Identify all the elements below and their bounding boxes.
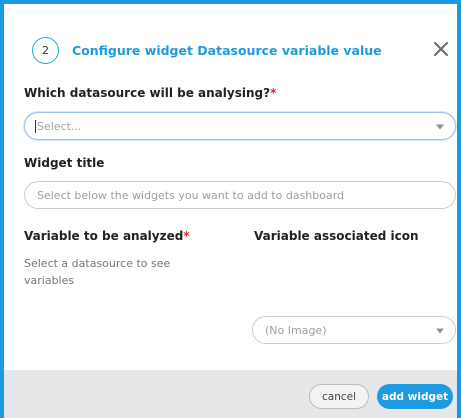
add-widget-button[interactable]: add widget [377, 384, 453, 409]
dialog-title: Configure widget Datasource variable val… [72, 43, 382, 58]
variable-help-text: Select a datasource to see variables [24, 257, 171, 287]
datasource-label: Which datasource will be analysing?* [24, 86, 276, 100]
datasource-select-placeholder: Select... [37, 119, 82, 133]
variable-label: Variable to be analyzed* [24, 229, 190, 243]
widget-title-placeholder: Select below the widgets you want to add… [37, 188, 345, 202]
icon-select-value: (No Image) [265, 323, 327, 337]
close-icon[interactable] [431, 39, 451, 59]
chevron-down-icon [436, 328, 444, 334]
step-number-badge: 2 [32, 37, 59, 64]
step-number: 2 [42, 44, 49, 57]
datasource-label-text: Which datasource will be analysing? [24, 86, 271, 100]
icon-label: Variable associated icon [254, 229, 419, 243]
icon-select[interactable]: (No Image) [252, 316, 456, 344]
variable-label-text: Variable to be analyzed [24, 229, 184, 243]
widget-title-input[interactable]: Select below the widgets you want to add… [24, 181, 456, 209]
required-mark: * [183, 229, 190, 243]
required-mark: * [270, 86, 277, 100]
dialog-header: 2 Configure widget Datasource variable v… [32, 37, 382, 64]
dialog-footer: cancel add widget [4, 370, 457, 418]
text-cursor [35, 119, 36, 133]
datasource-select[interactable]: Select... [24, 112, 456, 140]
cancel-button[interactable]: cancel [309, 384, 369, 409]
widget-title-label: Widget title [24, 156, 105, 170]
chevron-down-icon [436, 124, 444, 130]
widget-config-dialog: 2 Configure widget Datasource variable v… [0, 0, 461, 418]
